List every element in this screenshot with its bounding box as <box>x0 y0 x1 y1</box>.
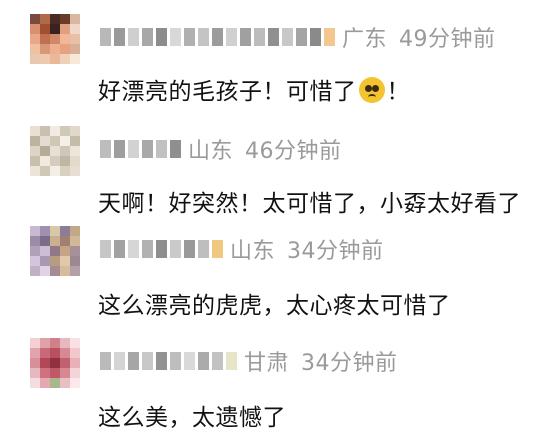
comment-list: 广东 49分钟前 好漂亮的毛孩子！可惜了！ 山东 46分钟前 天啊！好突然！太可… <box>0 0 548 437</box>
comment-time: 49分钟前 <box>399 27 496 52</box>
avatar[interactable] <box>30 126 80 176</box>
username-blurred[interactable] <box>100 237 226 261</box>
avatar[interactable] <box>30 338 80 388</box>
comment-text: 这么漂亮的虎虎，太心疼太可惜了 <box>98 293 451 319</box>
comment-time: 46分钟前 <box>245 139 342 164</box>
comment-time: 34分钟前 <box>301 351 398 376</box>
comment-location: 山东 <box>188 139 234 164</box>
comment-meta: 甘肃 34分钟前 <box>100 346 398 376</box>
comment-meta: 山东 46分钟前 <box>100 134 342 164</box>
pleading-face-icon <box>358 77 385 103</box>
comment-location: 甘肃 <box>244 351 290 376</box>
comment-meta: 山东 34分钟前 <box>100 234 384 264</box>
comment-text: 好漂亮的毛孩子！可惜了！ <box>98 77 410 105</box>
comment-location: 广东 <box>342 27 388 52</box>
avatar[interactable] <box>30 14 80 64</box>
username-blurred[interactable] <box>100 349 240 373</box>
comment-meta: 广东 49分钟前 <box>100 22 496 52</box>
comment-location: 山东 <box>230 239 276 264</box>
avatar[interactable] <box>30 226 80 276</box>
comment-time: 34分钟前 <box>287 239 384 264</box>
comment-text: 天啊！好突然！太可惜了，小孬太好看了 <box>98 191 521 217</box>
username-blurred[interactable] <box>100 137 184 161</box>
comment-text: 这么美，太遗憾了 <box>98 405 286 431</box>
username-blurred[interactable] <box>100 25 338 49</box>
